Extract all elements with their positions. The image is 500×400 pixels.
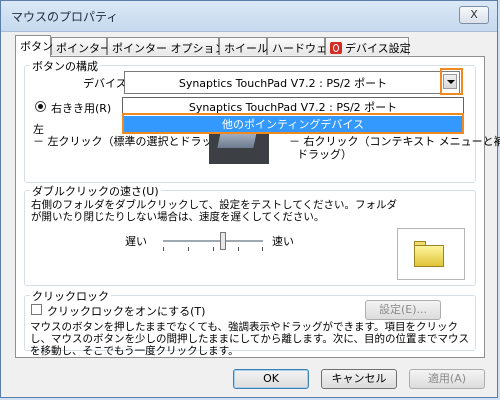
test-folder[interactable] (397, 228, 465, 280)
right-click-description-cont: ドラッグ） (297, 148, 352, 161)
fast-label: 速い (272, 235, 294, 248)
device-select[interactable]: Synaptics TouchPad V7.2 : PS/2 ポート (124, 71, 460, 94)
button-config-title: ボタンの構成 (30, 58, 100, 74)
click-lock-settings-button[interactable]: 設定(E)... (365, 300, 441, 320)
tab-device-settings[interactable]: デバイス設定 (325, 37, 411, 55)
window-title: マウスのプロパティ (11, 10, 119, 24)
slow-label: 遅い (125, 235, 147, 248)
folder-icon (414, 245, 444, 267)
left-click-description: － 左クリック（標準の選択とドラッグ） (33, 135, 235, 148)
close-icon: X (470, 8, 478, 21)
click-lock-checkbox[interactable] (31, 304, 42, 315)
tab-pointer-options[interactable]: ポインター オプション (107, 37, 226, 55)
double-click-group: ダブルクリックの速さ(U) 右側のフォルダをダブルクリックして、設定をテストして… (24, 183, 476, 286)
right-handed-radio[interactable] (35, 101, 46, 112)
double-click-title: ダブルクリックの速さ(U) (30, 183, 161, 199)
tab-pointer[interactable]: ポインター (51, 37, 111, 55)
title-bar[interactable]: マウスのプロパティ X (1, 1, 497, 32)
arrow-highlight-outline (440, 68, 463, 95)
option-highlight-outline (122, 113, 464, 134)
synaptics-icon (330, 42, 342, 54)
ok-button[interactable]: OK (233, 369, 309, 389)
tab-buttons[interactable]: ボタン (15, 35, 53, 57)
right-handed-label: 右きき用(R) (51, 102, 112, 115)
double-click-description: 右側のフォルダをダブルクリックして、設定をテストしてください。フォルダが開いたり… (31, 199, 398, 223)
tab-hardware[interactable]: ハードウェア (267, 37, 338, 55)
close-button[interactable]: X (459, 6, 489, 24)
speed-slider-track[interactable] (163, 240, 263, 243)
tab-wheel[interactable]: ホイール (219, 37, 268, 55)
click-lock-description: マウスのボタンを押したままでなくても、強調表示やドラッグができます。項目をクリッ… (30, 321, 470, 357)
speed-slider-thumb[interactable] (220, 232, 226, 250)
click-lock-title: クリックロック (30, 288, 111, 304)
tab-panel: ボタンの構成 デバイス(V): Synaptics TouchPad V7.2 … (15, 56, 500, 358)
click-lock-label: クリックロックをオンにする(T) (47, 305, 206, 318)
apply-button[interactable]: 適用(A) (409, 369, 485, 389)
device-select-value: Synaptics TouchPad V7.2 : PS/2 ポート (178, 77, 388, 90)
cancel-button[interactable]: キャンセル (321, 369, 397, 389)
mouse-properties-window: マウスのプロパティ X ボタン ポインター ポインター オプション ホイール ハ… (0, 0, 500, 398)
